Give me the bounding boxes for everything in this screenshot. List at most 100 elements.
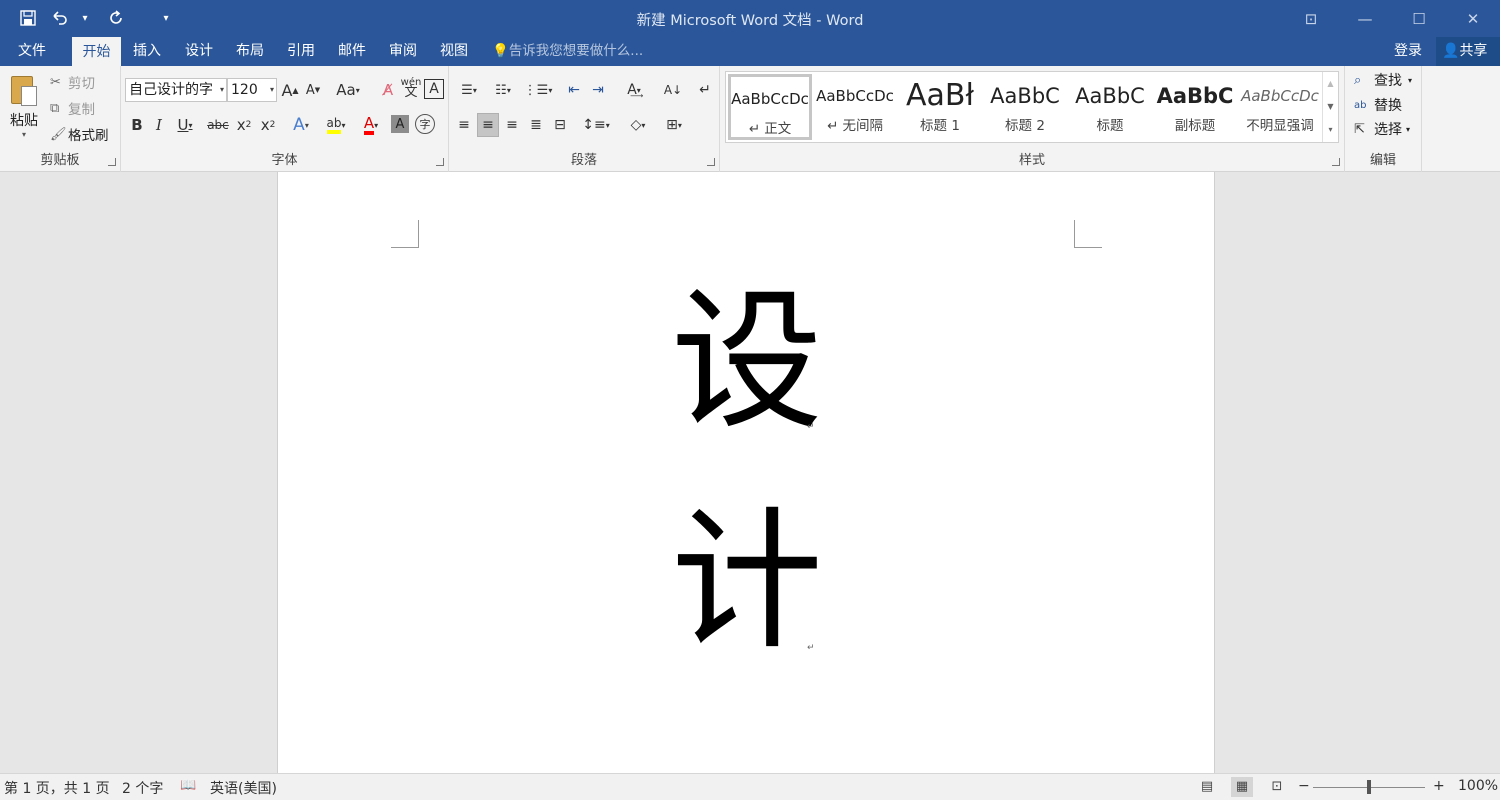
document-line-1[interactable]: 设: [671, 272, 823, 452]
proofing-icon[interactable]: 📖: [180, 778, 196, 793]
tab-design[interactable]: 设计: [176, 37, 222, 66]
web-layout-icon[interactable]: ⊡: [1266, 777, 1288, 797]
zoom-level[interactable]: 100%: [1458, 778, 1498, 794]
select-button[interactable]: ⇱ 选择 ▾: [1354, 118, 1410, 140]
close-icon[interactable]: ✕: [1446, 0, 1500, 37]
document-line-2[interactable]: 计: [671, 492, 823, 672]
chevron-down-icon: ▾: [219, 85, 224, 94]
tab-insert[interactable]: 插入: [124, 37, 170, 66]
paste-button[interactable]: 粘贴 ▾: [6, 72, 42, 139]
dialog-launcher-icon[interactable]: [108, 158, 116, 166]
style-subtle-emphasis[interactable]: AaBbCcDc 不明显强调: [1238, 74, 1322, 140]
line-spacing-icon[interactable]: ↕≡ ▾: [579, 113, 613, 137]
tab-references[interactable]: 引用: [278, 37, 324, 66]
window-controls: ⊡ — ☐ ✕: [1284, 0, 1500, 37]
page-count[interactable]: 第 1 页，共 1 页: [4, 778, 110, 798]
format-painter-button[interactable]: 🖌 格式刷: [50, 123, 109, 145]
bold-icon[interactable]: B: [127, 113, 147, 137]
copy-button[interactable]: ⧉ 复制: [50, 97, 95, 119]
style-title[interactable]: AaBbC 标题: [1068, 74, 1152, 140]
dialog-launcher-icon[interactable]: [707, 158, 715, 166]
font-group: 自己设计的字 ▾ 120 ▾ A ▲ A ▼ Aa ▾ A̸ wén 文 A B I U ▾ …: [121, 66, 449, 172]
paragraph-group-label: 段落: [570, 153, 597, 168]
gallery-up-icon[interactable]: ▲: [1323, 72, 1338, 95]
tab-home[interactable]: 开始: [72, 37, 121, 66]
shrink-font-icon[interactable]: A ▼: [302, 78, 324, 102]
read-mode-icon[interactable]: ▤: [1196, 777, 1218, 797]
clear-formatting-icon[interactable]: A̸: [377, 78, 399, 102]
text-direction-icon[interactable]: A͢ ▾: [617, 78, 651, 102]
zoom-out-icon[interactable]: −: [1298, 778, 1310, 794]
styles-group-label: 样式: [1018, 153, 1045, 168]
tab-review[interactable]: 审阅: [380, 37, 426, 66]
gallery-down-icon[interactable]: ▼: [1323, 95, 1338, 118]
copy-icon: ⧉: [50, 100, 60, 116]
tab-view[interactable]: 视图: [431, 37, 477, 66]
window-title: 新建 Microsoft Word 文档 - Word: [636, 13, 864, 29]
tell-me-box[interactable]: 💡告诉我您想要做什么...: [492, 37, 643, 66]
style-subtitle[interactable]: AaBbC 副标题: [1153, 74, 1237, 140]
gallery-scroll: ▲ ▼ ▾: [1322, 72, 1338, 142]
bullets-icon[interactable]: ☰ ▾: [453, 78, 485, 102]
subscript-icon[interactable]: x2: [233, 113, 255, 137]
align-left-icon[interactable]: ≡: [453, 113, 475, 137]
maximize-icon[interactable]: ☐: [1392, 0, 1446, 37]
increase-indent-icon[interactable]: ⇥: [587, 78, 609, 102]
tab-mailings[interactable]: 邮件: [329, 37, 375, 66]
document-page[interactable]: 设 ↵ 计 ↵: [277, 172, 1215, 773]
zoom-slider-thumb[interactable]: [1367, 780, 1371, 794]
underline-icon[interactable]: U ▾: [171, 113, 199, 137]
ribbon-display-options-icon[interactable]: ⊡: [1284, 0, 1338, 37]
strikethrough-icon[interactable]: abc: [205, 113, 231, 137]
enclose-characters-icon[interactable]: 字: [415, 114, 435, 134]
tab-layout[interactable]: 布局: [227, 37, 273, 66]
share-button[interactable]: 👤共享: [1436, 37, 1500, 66]
shading-icon[interactable]: ◇ ▾: [621, 113, 655, 137]
show-paragraph-marks-icon[interactable]: ↵: [693, 78, 717, 102]
word-count[interactable]: 2 个字: [122, 778, 163, 798]
print-layout-icon[interactable]: ▦: [1231, 777, 1253, 797]
language-indicator[interactable]: 英语(美国): [210, 778, 277, 798]
zoom-in-icon[interactable]: +: [1433, 778, 1445, 794]
numbering-icon[interactable]: ☷ ▾: [487, 78, 519, 102]
align-right-icon[interactable]: ≡: [501, 113, 523, 137]
paragraph-mark: ↵: [807, 643, 815, 653]
italic-icon[interactable]: I: [149, 113, 169, 137]
style-no-spacing[interactable]: AaBbCcDc ↵ 无间隔: [813, 74, 897, 140]
editing-group-label: 编辑: [1369, 153, 1396, 168]
sort-icon[interactable]: A↓: [661, 78, 685, 102]
person-icon: 👤: [1442, 43, 1460, 59]
justify-icon[interactable]: ≣: [525, 113, 547, 137]
highlight-color-icon[interactable]: ab ▾: [319, 113, 353, 137]
borders-icon[interactable]: ⊞ ▾: [657, 113, 691, 137]
replace-button[interactable]: ab 替换: [1354, 94, 1402, 116]
minimize-icon[interactable]: —: [1338, 0, 1392, 37]
paste-icon: [9, 72, 39, 108]
align-center-icon[interactable]: ≡: [477, 113, 499, 137]
font-color-icon[interactable]: A ▾: [355, 113, 387, 137]
grow-font-icon[interactable]: A ▲: [279, 78, 301, 102]
gallery-more-icon[interactable]: ▾: [1323, 118, 1338, 141]
dialog-launcher-icon[interactable]: [436, 158, 444, 166]
distributed-icon[interactable]: ⊟: [549, 113, 571, 137]
character-shading-icon[interactable]: A: [391, 115, 409, 133]
tab-file[interactable]: 文件: [8, 37, 56, 66]
change-case-button[interactable]: Aa ▾: [331, 78, 365, 102]
font-name-combo[interactable]: 自己设计的字 ▾: [125, 78, 227, 102]
decrease-indent-icon[interactable]: ⇤: [563, 78, 585, 102]
text-effects-icon[interactable]: A ▾: [285, 113, 317, 137]
character-border-icon[interactable]: A: [424, 79, 444, 99]
sign-in-link[interactable]: 登录: [1394, 37, 1422, 66]
style-heading-1[interactable]: AaBł 标题 1: [898, 74, 982, 140]
find-button[interactable]: ⌕ 查找 ▾: [1354, 69, 1412, 91]
cut-button[interactable]: ✂ 剪切: [50, 71, 95, 93]
multilevel-list-icon[interactable]: ⋮☰ ▾: [521, 78, 555, 102]
style-normal[interactable]: AaBbCcDc ↵ 正文: [728, 74, 812, 140]
dialog-launcher-icon[interactable]: [1332, 158, 1340, 166]
brush-icon: 🖌: [50, 126, 67, 142]
style-heading-2[interactable]: AaBbC 标题 2: [983, 74, 1067, 140]
crop-mark-right: [1074, 220, 1102, 248]
superscript-icon[interactable]: x2: [257, 113, 279, 137]
font-size-combo[interactable]: 120 ▾: [227, 78, 277, 102]
phonetic-guide-button[interactable]: wén 文: [400, 76, 422, 100]
